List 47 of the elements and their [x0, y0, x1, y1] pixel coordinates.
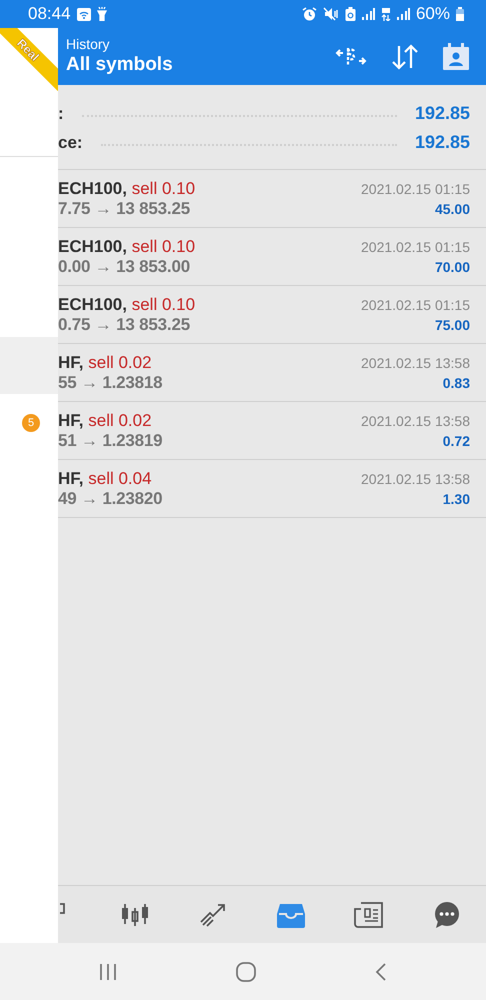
trade-prices: 51 → 1.23819	[58, 430, 162, 450]
trade-time: 2021.02.15 13:58	[361, 470, 470, 486]
trade-time: 2021.02.15 13:58	[361, 412, 470, 428]
trade-profit: 45.00	[434, 200, 470, 216]
trade-time: 2021.02.15 01:15	[361, 180, 470, 196]
count-badge: 5	[22, 414, 40, 432]
back-icon[interactable]	[374, 962, 387, 980]
trade-prices: 0.75 → 13 853.25	[58, 314, 190, 334]
trade-title: HF, sell 0.02	[58, 410, 152, 430]
mute-icon	[322, 7, 339, 21]
calendar-icon[interactable]	[442, 42, 470, 70]
screen-title[interactable]: All symbols	[66, 53, 312, 77]
summary-value: 192.85	[414, 132, 470, 153]
screen-subtitle: History	[66, 36, 111, 53]
trade-profit: 75.00	[434, 316, 470, 332]
signal-icon	[396, 8, 410, 20]
trade-profit: 0.72	[442, 432, 470, 448]
trade-time: 2021.02.15 13:58	[361, 354, 470, 370]
trade-title: ECH100, sell 0.10	[58, 178, 196, 198]
mobile-data-icon	[380, 7, 391, 21]
trade-prices: 0.00 → 13 853.00	[58, 256, 190, 276]
flashlight-icon	[96, 7, 107, 21]
battery-saver-icon	[344, 7, 356, 21]
battery-level: 60%	[416, 4, 450, 24]
trade-profit: 1.30	[442, 490, 470, 506]
trade-profit: 0.83	[442, 374, 470, 390]
trade-title: ECH100, sell 0.10	[58, 294, 196, 314]
wifi-icon	[76, 8, 91, 20]
recent-apps-icon[interactable]	[99, 964, 118, 980]
trade-title: HF, sell 0.02	[58, 352, 152, 372]
trade-title: HF, sell 0.04	[58, 468, 152, 488]
trade-title: ECH100, sell 0.10	[58, 236, 196, 256]
trade-time: 2021.02.15 01:15	[361, 296, 470, 312]
alarm-icon	[302, 7, 317, 21]
trade-prices: 49 → 1.23820	[58, 488, 162, 508]
battery-icon	[456, 7, 464, 21]
signal-icon	[362, 8, 375, 20]
trade-time: 2021.02.15 01:15	[361, 238, 470, 254]
summary-label: ce:	[58, 132, 83, 152]
trade-profit: 70.00	[434, 258, 470, 274]
home-icon[interactable]	[236, 962, 256, 982]
sort-icon[interactable]	[390, 44, 420, 70]
clock: 08:44	[28, 4, 71, 24]
trade-prices: 7.75 → 13 853.25	[58, 198, 190, 218]
summary-value: 192.85	[414, 103, 470, 124]
trade-prices: 55 → 1.23818	[58, 372, 162, 392]
summary-label: :	[58, 104, 64, 124]
